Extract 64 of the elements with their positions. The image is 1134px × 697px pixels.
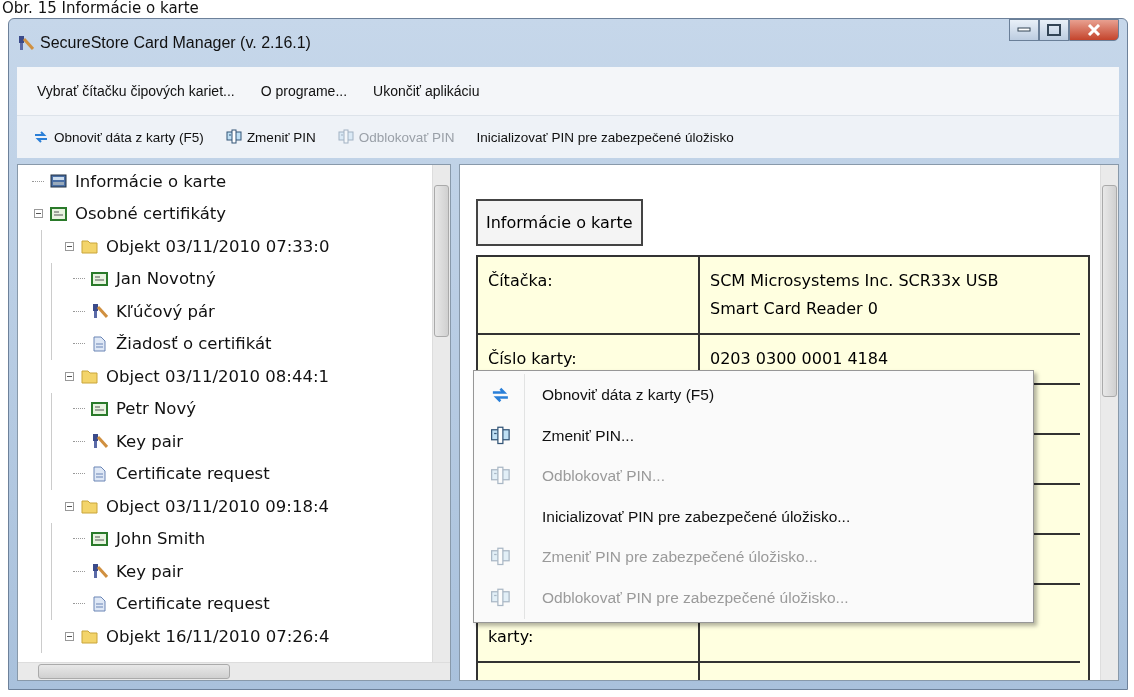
id-card-icon (50, 173, 67, 190)
tree-item[interactable]: Objekt 16/11/2010 07:26:4 (104, 626, 332, 646)
certificate-icon (91, 530, 108, 547)
section-heading: Informácie o karte (476, 199, 643, 246)
tree-item[interactable]: Key pair (114, 561, 186, 581)
folder-icon (81, 628, 98, 645)
collapse-icon[interactable] (64, 501, 74, 511)
document-icon (91, 335, 108, 352)
refresh-arrows-icon (33, 129, 50, 145)
tree-item[interactable]: Osobné certifikáty (73, 204, 229, 224)
card-reader-icon (490, 587, 512, 608)
certificate-icon (50, 205, 67, 222)
minimize-button[interactable] (1009, 19, 1039, 41)
tree-item[interactable]: Object 03/11/2010 08:44:1 (104, 366, 331, 386)
tree-item[interactable]: Certificate request (114, 464, 272, 484)
card-reader-icon (490, 547, 512, 568)
toolbar-button[interactable]: Zmeniť PIN (221, 127, 320, 147)
tree-item[interactable]: Informácie o karte (73, 171, 229, 191)
tree-item[interactable]: Object 03/11/2010 09:18:4 (104, 496, 331, 516)
card-reader-icon (337, 129, 355, 145)
close-button[interactable] (1069, 19, 1119, 41)
key-icon (17, 35, 34, 51)
menu-item[interactable]: Vybrať čítačku čipových kariet... (37, 83, 235, 99)
collapse-icon[interactable] (64, 371, 74, 381)
menu-item[interactable]: Ukončiť aplikáciu (373, 83, 480, 99)
tree-item[interactable]: Petr Nový (114, 399, 198, 419)
collapse-icon[interactable] (64, 241, 74, 251)
tree-item[interactable]: Objekt 03/11/2010 07:33:0 (104, 236, 332, 256)
horizontal-scrollbar[interactable] (18, 662, 450, 680)
certificate-icon (91, 270, 108, 287)
document-icon (91, 595, 108, 612)
key-icon (91, 433, 108, 450)
certificate-icon (91, 400, 108, 417)
minimize-icon (1017, 27, 1031, 33)
toolbar-button[interactable]: Inicializovať PIN pre zabezpečené úložisko (472, 127, 738, 147)
close-icon (1087, 24, 1101, 36)
card-reader-icon (225, 129, 243, 145)
vertical-scrollbar[interactable] (432, 165, 450, 662)
collapse-icon[interactable] (64, 631, 74, 641)
document-icon (91, 465, 108, 482)
key-icon (91, 563, 108, 580)
tree-item[interactable]: Certificate request (114, 594, 272, 614)
tree-item[interactable]: John Smith (114, 529, 208, 549)
menu-item[interactable]: O programe... (260, 83, 348, 99)
card-reader-icon (490, 466, 512, 487)
folder-icon (81, 368, 98, 385)
figure-caption: Obr. 15 Informácie o karte (1, 0, 200, 16)
tree-item[interactable]: Jan Novotný (114, 269, 218, 289)
collapse-icon[interactable] (33, 209, 43, 219)
maximize-icon (1047, 24, 1061, 36)
window-title: SecureStore Card Manager (v. 2.16.1) (40, 34, 311, 52)
card-reader-icon (490, 425, 512, 446)
folder-icon (81, 498, 98, 515)
tree-item[interactable]: Kľúčový pár (114, 301, 217, 321)
menu-item[interactable]: Inicializovať PIN pre zabezpečené úložisko... (476, 496, 1031, 537)
toolbar-button[interactable]: Obnoviť dáta z karty (F5) (29, 127, 208, 147)
tree-item[interactable]: Žiadosť o certifikát (114, 334, 274, 354)
maximize-button[interactable] (1039, 19, 1069, 41)
table-cell: Čítačka: (478, 257, 700, 335)
key-icon (91, 303, 108, 320)
vertical-scrollbar[interactable] (1100, 165, 1118, 680)
folder-icon (81, 238, 98, 255)
menu-item[interactable]: Zmeniť PIN... (476, 415, 1031, 456)
tree-item[interactable]: Key pair (114, 431, 186, 451)
